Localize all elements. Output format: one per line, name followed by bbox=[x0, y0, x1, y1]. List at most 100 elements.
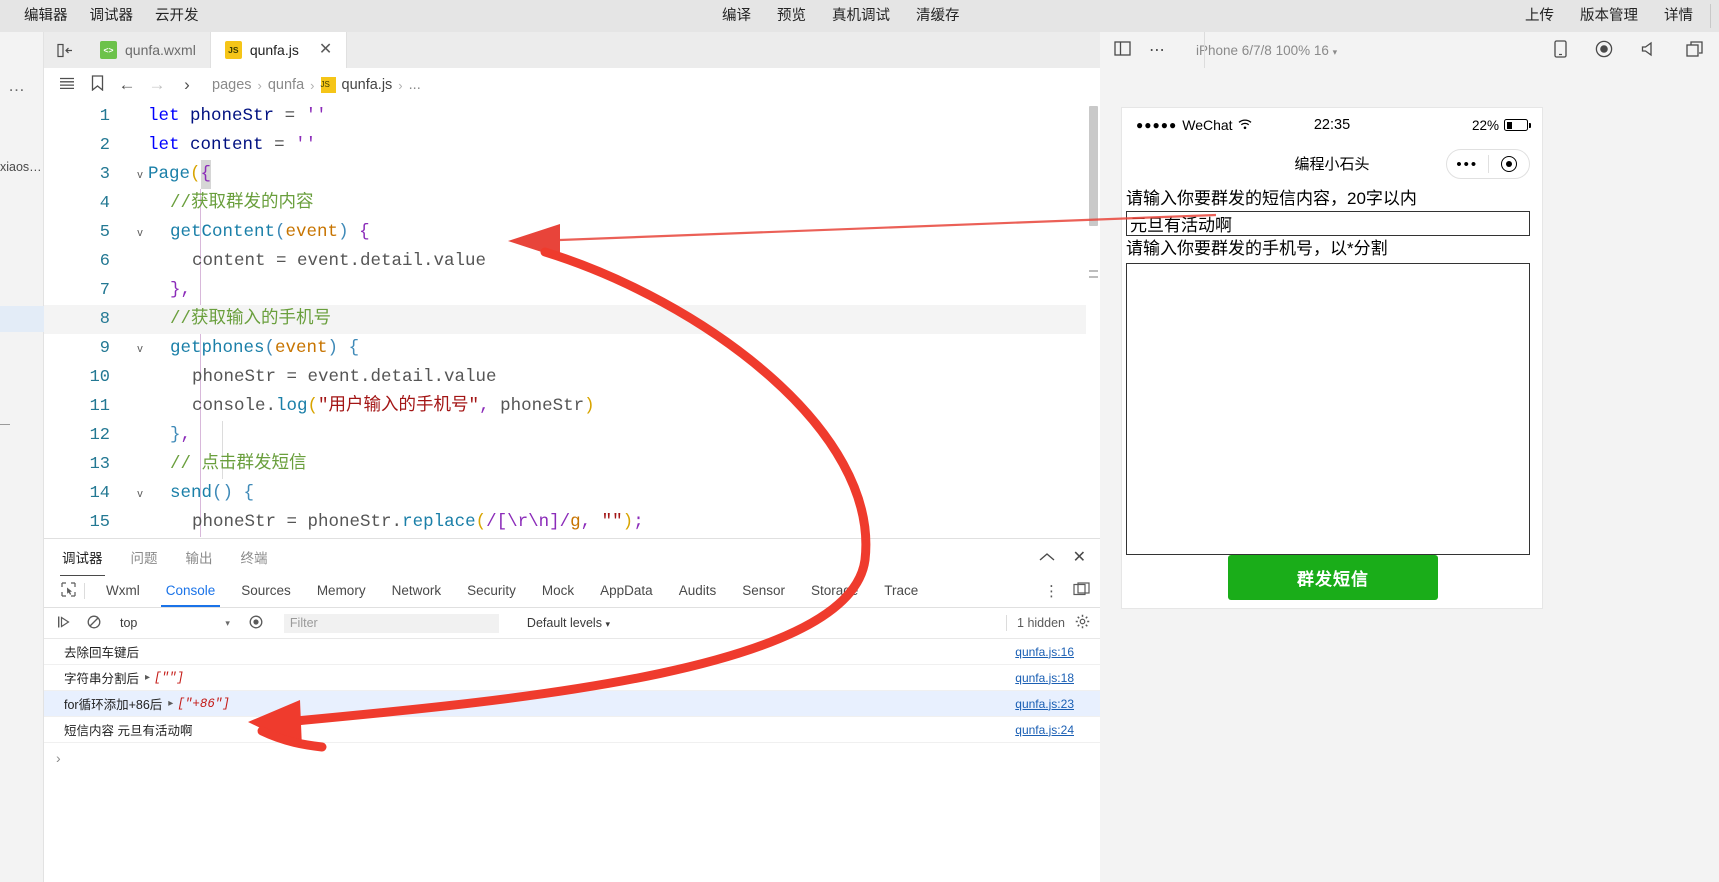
chevron-down-icon[interactable]: ▾ bbox=[225, 618, 230, 629]
menu-dots-icon[interactable]: ••• bbox=[1447, 156, 1488, 173]
breadcrumb-item-file[interactable]: qunfa.js bbox=[342, 77, 393, 93]
split-pane-icon[interactable] bbox=[1114, 41, 1131, 59]
wifi-icon bbox=[1238, 117, 1252, 133]
fold-toggle[interactable]: v bbox=[132, 488, 148, 500]
editor-tab-qunfa-js[interactable]: JS qunfa.js ✕ bbox=[210, 32, 348, 68]
breadcrumb-item-pages[interactable]: pages bbox=[212, 77, 252, 93]
console-filter-input[interactable] bbox=[283, 613, 499, 633]
devtools-top-tab-debugger[interactable]: 调试器 bbox=[60, 543, 105, 576]
console-source-link[interactable]: qunfa.js:18 bbox=[1015, 671, 1074, 685]
phone-icon[interactable] bbox=[1554, 39, 1567, 61]
live-expression-icon[interactable] bbox=[246, 615, 266, 632]
expand-arrow-icon[interactable]: ▸ bbox=[145, 672, 150, 683]
code-text: // 点击群发短信 bbox=[170, 454, 307, 474]
console-context-selector[interactable]: top bbox=[120, 616, 137, 630]
menu-item-cloud-dev[interactable]: 云开发 bbox=[155, 0, 199, 32]
send-button[interactable]: 群发短信 bbox=[1228, 555, 1438, 600]
record-icon[interactable] bbox=[1595, 40, 1613, 61]
code-text: //获取群发的内容 bbox=[170, 193, 314, 213]
devtools-tab-mock[interactable]: Mock bbox=[529, 575, 587, 607]
content-input[interactable] bbox=[1126, 211, 1530, 236]
toggle-sidebar-icon[interactable] bbox=[44, 32, 86, 68]
scrollbar-marker bbox=[1089, 276, 1098, 278]
clear-console-icon[interactable] bbox=[84, 615, 104, 632]
close-icon[interactable]: ✕ bbox=[319, 42, 332, 58]
window-icon[interactable] bbox=[1686, 40, 1703, 60]
devtools-tab-network[interactable]: Network bbox=[379, 575, 455, 607]
editor-tab-label: qunfa.wxml bbox=[125, 42, 196, 58]
expand-arrow-icon[interactable]: ▸ bbox=[168, 698, 173, 709]
devtools-tab-console[interactable]: Console bbox=[153, 575, 229, 607]
dock-side-icon[interactable] bbox=[1073, 582, 1090, 600]
code-text: }, bbox=[170, 425, 192, 445]
console-source-link[interactable]: qunfa.js:23 bbox=[1015, 697, 1074, 711]
devtools-top-tab-output[interactable]: 输出 bbox=[184, 543, 215, 571]
devtools-top-tab-problems[interactable]: 问题 bbox=[129, 543, 160, 571]
menu-item-details[interactable]: 详情 bbox=[1664, 0, 1693, 32]
line-number: 12 bbox=[89, 426, 110, 445]
console-row[interactable]: 短信内容 元旦有活动啊 qunfa.js:24 bbox=[44, 717, 1100, 743]
breadcrumb-item-qunfa[interactable]: qunfa bbox=[268, 77, 304, 93]
menu-item-editor[interactable]: 编辑器 bbox=[24, 0, 68, 32]
code-editor[interactable]: 1 let phoneStr = '' 2 let content = '' 3… bbox=[44, 102, 1100, 548]
volume-icon[interactable] bbox=[1641, 41, 1658, 60]
close-capsule-icon[interactable] bbox=[1489, 156, 1530, 172]
devtools-tab-audits[interactable]: Audits bbox=[666, 575, 730, 607]
device-selector[interactable]: iPhone 6/7/8 100% 16 ▾ bbox=[1196, 43, 1337, 58]
menu-item-compile[interactable]: 编译 bbox=[722, 0, 751, 32]
fold-toggle[interactable]: v bbox=[132, 343, 148, 355]
editor-tab-qunfa-wxml[interactable]: <> qunfa.wxml bbox=[86, 32, 211, 68]
line-number: 4 bbox=[99, 194, 110, 213]
divider bbox=[84, 583, 85, 599]
editor-scrollbar[interactable] bbox=[1086, 102, 1100, 548]
code-line: 5 v getContent(event) { bbox=[44, 218, 1100, 247]
menu-item-upload[interactable]: 上传 bbox=[1525, 0, 1554, 32]
devtools-tab-trace[interactable]: Trace bbox=[871, 575, 931, 607]
navigate-back-icon[interactable]: ← bbox=[112, 75, 142, 95]
more-options-icon[interactable]: ⋯ bbox=[1149, 40, 1166, 60]
fold-toggle[interactable]: v bbox=[132, 169, 148, 181]
close-panel-icon[interactable]: ✕ bbox=[1073, 547, 1086, 567]
hidden-messages-count[interactable]: 1 hidden bbox=[1017, 616, 1065, 630]
console-source-link[interactable]: qunfa.js:16 bbox=[1015, 645, 1074, 659]
devtools-tab-wxml[interactable]: Wxml bbox=[93, 575, 153, 607]
code-line: 11 console.log("用户输入的手机号", phoneStr) bbox=[44, 392, 1100, 421]
console-source-link[interactable]: qunfa.js:24 bbox=[1015, 723, 1074, 737]
fold-toggle[interactable]: v bbox=[132, 227, 148, 239]
editor-scrollbar-thumb[interactable] bbox=[1089, 106, 1098, 226]
devtools-tab-sources[interactable]: Sources bbox=[228, 575, 304, 607]
navigate-forward-icon[interactable]: → bbox=[142, 75, 172, 95]
breadcrumb-row: ← → › pages › qunfa › JS qunfa.js › ... bbox=[44, 68, 1100, 102]
capsule-button[interactable]: ••• bbox=[1446, 149, 1530, 179]
breadcrumb-item-more[interactable]: ... bbox=[409, 77, 421, 93]
devtools-tab-sensor[interactable]: Sensor bbox=[729, 575, 798, 607]
menu-item-preview[interactable]: 预览 bbox=[777, 0, 806, 32]
execute-icon[interactable] bbox=[54, 615, 74, 632]
outline-list-icon[interactable] bbox=[52, 77, 82, 94]
console-prompt[interactable]: › bbox=[44, 743, 1100, 773]
background-ellipsis: … bbox=[8, 76, 26, 95]
menu-item-real-device-debug[interactable]: 真机调试 bbox=[832, 0, 890, 32]
devtools-top-tab-terminal[interactable]: 终端 bbox=[239, 543, 270, 571]
devtools-tab-storage[interactable]: Storage bbox=[798, 575, 871, 607]
inspect-element-icon[interactable] bbox=[54, 582, 82, 600]
console-row[interactable]: 去除回车键后 qunfa.js:16 bbox=[44, 639, 1100, 665]
gear-icon[interactable] bbox=[1075, 614, 1090, 632]
phones-textarea[interactable] bbox=[1126, 263, 1530, 555]
devtools-tab-memory[interactable]: Memory bbox=[304, 575, 379, 607]
menu-item-debugger[interactable]: 调试器 bbox=[90, 0, 134, 32]
more-options-icon[interactable]: ⋮ bbox=[1044, 582, 1059, 600]
menu-item-clear-cache[interactable]: 清缓存 bbox=[916, 0, 960, 32]
console-row[interactable]: 字符串分割后 ▸ [""] qunfa.js:18 bbox=[44, 665, 1100, 691]
console-row[interactable]: for循环添加+86后 ▸ ["+86"] qunfa.js:23 bbox=[44, 691, 1100, 717]
code-text: phoneStr = event.detail.value bbox=[192, 367, 497, 387]
bookmark-icon[interactable] bbox=[82, 75, 112, 95]
collapse-panel-icon[interactable] bbox=[1039, 549, 1055, 566]
menu-item-version-control[interactable]: 版本管理 bbox=[1580, 0, 1638, 32]
devtools-tab-appdata[interactable]: AppData bbox=[587, 575, 666, 607]
console-filter-bar: top ▾ Default levels ▾ 1 hidden bbox=[44, 608, 1100, 639]
console-levels-selector[interactable]: Default levels ▾ bbox=[527, 616, 610, 630]
devtools-tab-security[interactable]: Security bbox=[454, 575, 529, 607]
content-field-label: 请输入你要群发的短信内容，20字以内 bbox=[1126, 189, 1417, 208]
devtools-tabbar-actions: ⋮ bbox=[1044, 582, 1090, 600]
